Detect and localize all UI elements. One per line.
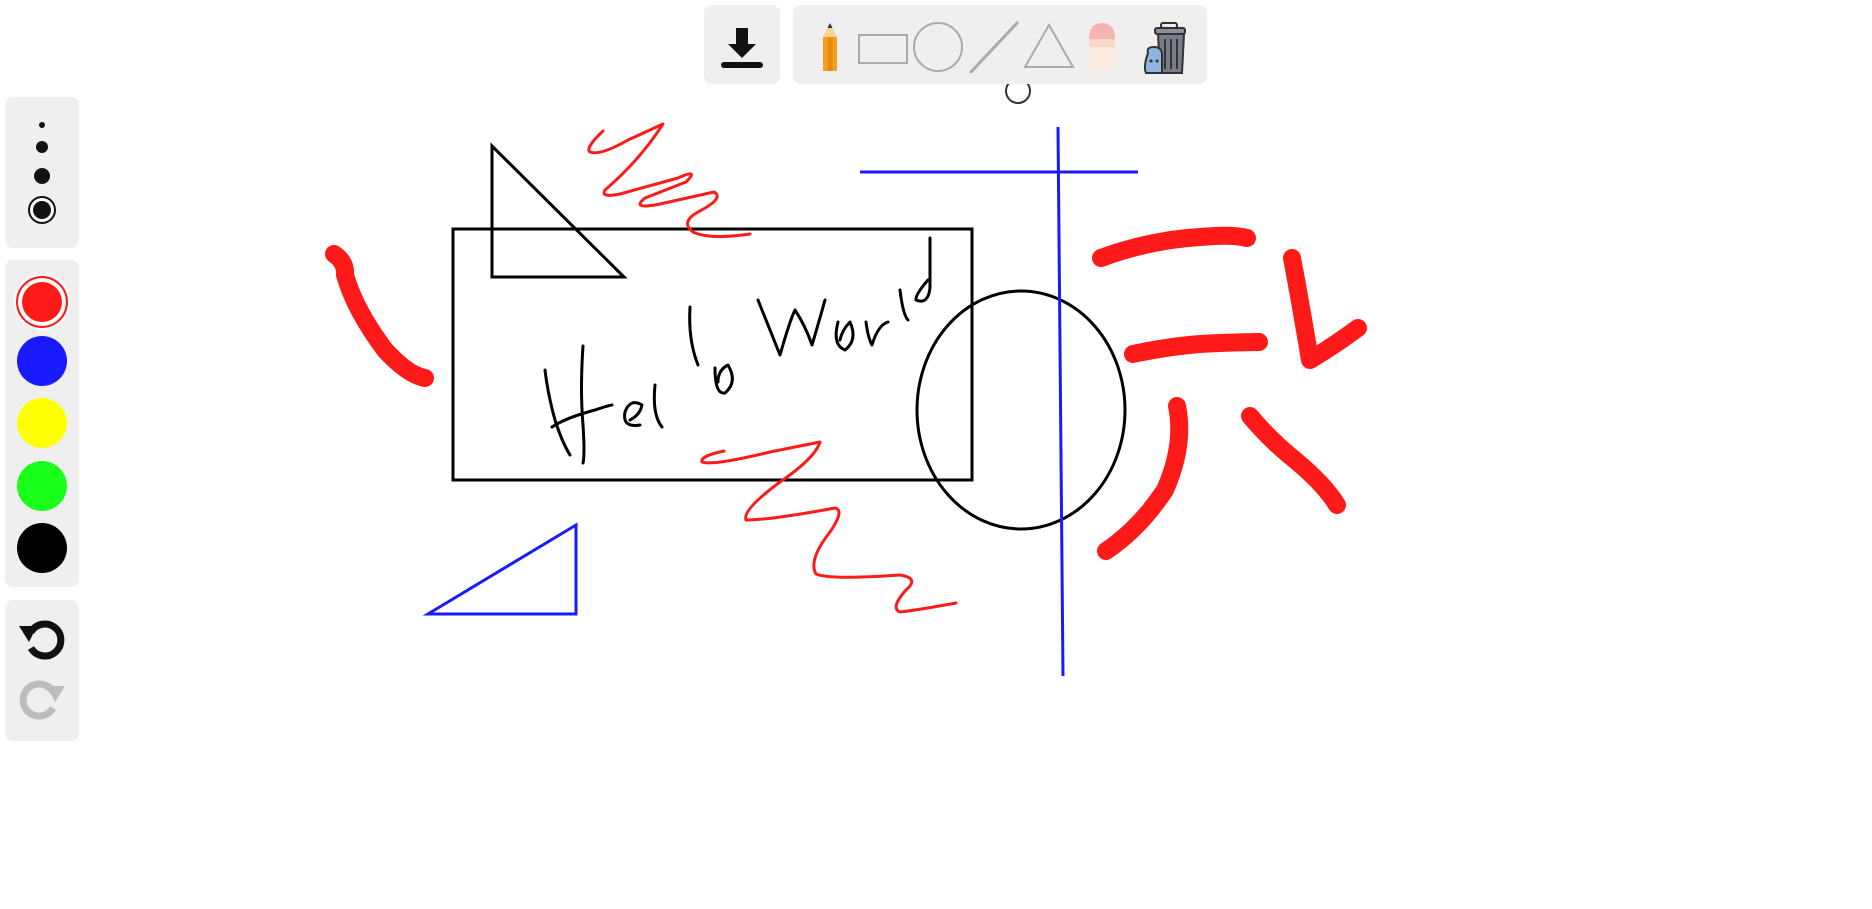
color-swatch-black[interactable] <box>17 523 67 573</box>
rectangle-tool-button[interactable] <box>856 17 910 77</box>
trash-bin-icon <box>1143 22 1186 74</box>
history-panel <box>5 600 79 741</box>
undo-button[interactable] <box>17 614 67 664</box>
drawn-ellipse <box>915 289 1127 531</box>
color-swatch-green[interactable] <box>17 461 67 511</box>
drawn-triangle-blue <box>422 522 578 616</box>
triangle-tool-button[interactable] <box>1022 17 1076 77</box>
brush-size-extra-small[interactable] <box>39 122 45 128</box>
drawn-scribble-red-bottom <box>700 440 958 614</box>
brush-size-medium[interactable] <box>34 168 50 184</box>
handwritten-text <box>543 236 932 465</box>
eraser-icon <box>1089 23 1115 71</box>
tool-panel <box>793 5 1207 84</box>
color-panel <box>5 260 79 587</box>
download-button[interactable] <box>714 15 770 73</box>
brush-size-panel <box>5 97 79 248</box>
circle-tool-button[interactable] <box>911 17 965 77</box>
line-icon <box>969 21 1019 74</box>
selected-size-indicator <box>28 196 56 224</box>
circle-icon <box>913 22 963 72</box>
triangle-icon <box>1023 22 1075 68</box>
clear-canvas-button[interactable] <box>1140 17 1194 77</box>
download-panel <box>704 5 780 84</box>
brush-size-large[interactable] <box>27 195 57 225</box>
drawn-rectangle <box>451 227 974 482</box>
selected-color-ring <box>16 276 68 328</box>
line-tool-button[interactable] <box>967 17 1021 77</box>
redo-icon <box>19 680 65 720</box>
redo-button[interactable] <box>17 674 67 724</box>
drawn-triangle-black <box>490 142 628 279</box>
pencil-tool-button[interactable] <box>803 17 857 77</box>
rectangle-icon <box>858 34 908 64</box>
drawn-scribble-red-top <box>587 122 752 239</box>
drawing-canvas[interactable] <box>0 0 1872 909</box>
undo-icon <box>19 620 65 660</box>
color-swatch-blue[interactable] <box>17 336 67 386</box>
download-icon <box>721 28 763 68</box>
eraser-tool-button[interactable] <box>1075 17 1129 77</box>
color-swatch-yellow[interactable] <box>17 398 67 448</box>
drawn-thick-strokes <box>325 226 1367 560</box>
pencil-icon <box>823 23 837 71</box>
brush-size-small[interactable] <box>36 141 48 153</box>
color-swatch-red[interactable] <box>14 274 70 330</box>
drawn-line-vertical <box>1056 126 1065 677</box>
